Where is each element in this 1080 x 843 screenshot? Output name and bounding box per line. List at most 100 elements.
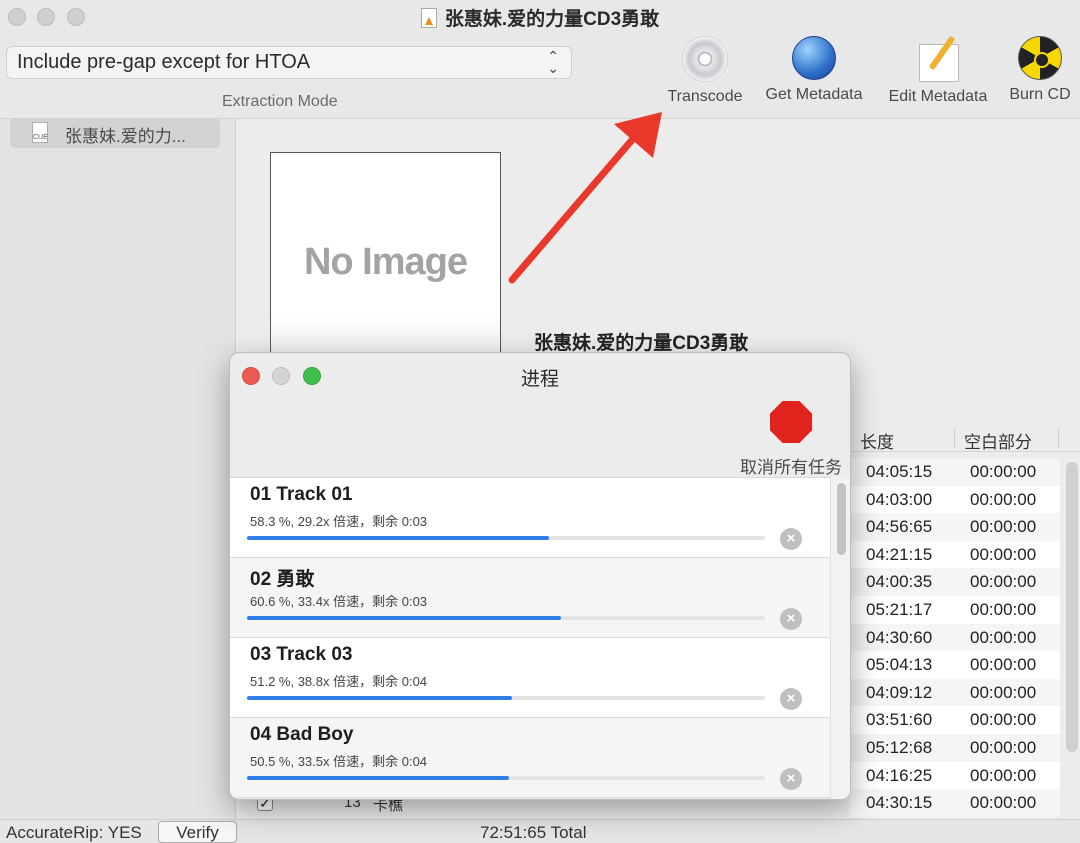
- job-item[interactable]: 02 勇敢 60.6 %, 33.4x 倍速，剩余 0:03 ×: [230, 558, 830, 638]
- track-gap: 00:00:00: [970, 793, 1037, 813]
- track-length: 04:05:15: [866, 462, 933, 481]
- table-scrollbar[interactable]: [1066, 462, 1078, 752]
- track-gap: 00:00:00: [970, 627, 1037, 647]
- window-title: 张惠妹.爱的力量CD3勇敢: [0, 4, 1080, 31]
- burn-cd-button[interactable]: Burn CD: [1004, 36, 1076, 104]
- job-list: 01 Track 01 58.3 %, 29.2x 倍速，剩余 0:03 × 02 勇…: [230, 477, 830, 799]
- job-status: 58.3 %, 29.2x 倍速，剩余 0:03: [250, 514, 428, 529]
- cancel-job-icon[interactable]: ×: [780, 768, 802, 790]
- job-list-scrollbar[interactable]: [830, 477, 850, 799]
- album-cover[interactable]: No Image: [270, 152, 501, 357]
- job-name: 04 Bad Boy: [250, 724, 354, 745]
- sidebar-item-album[interactable]: CUE 张惠妹.爱的力...: [10, 118, 220, 148]
- track-length: 03:51:60: [866, 710, 933, 730]
- job-name: 01 Track 01: [250, 484, 353, 505]
- extraction-mode-value: Include pre-gap except for HTOA: [17, 51, 311, 73]
- album-title: 张惠妹.爱的力量CD3勇敢: [534, 333, 749, 354]
- track-length: 05:12:68: [866, 738, 933, 757]
- status-bar: AccurateRip: YES Verify 72:51:65 Total: [0, 819, 1080, 843]
- job-progress-bar: [247, 536, 765, 540]
- table-row[interactable]: 03:51:60 00:00:00: [850, 706, 1060, 734]
- track-length: 05:21:17: [866, 600, 933, 619]
- cancel-all-label[interactable]: 取消所有任务: [740, 453, 842, 478]
- job-progress-fill: [247, 616, 561, 620]
- table-row[interactable]: 04:09:12 00:00:00: [850, 678, 1060, 707]
- sidebar-item-label: 张惠妹.爱的力...: [65, 127, 186, 146]
- window-title-text: 张惠妹.爱的力量CD3勇敢: [444, 9, 660, 30]
- track-length: 04:30:15: [866, 793, 933, 813]
- track-gap: 00:00:00: [970, 572, 1037, 592]
- globe-icon: [792, 36, 836, 80]
- table-row[interactable]: 04:56:65 00:00:00: [850, 513, 1060, 541]
- job-item[interactable]: 04 Bad Boy 50.5 %, 33.5x 倍速，剩余 0:04 ×: [230, 718, 830, 798]
- cancel-job-icon[interactable]: ×: [780, 688, 802, 710]
- track-table-header: 长度 空白部分: [850, 424, 1080, 452]
- track-length: 04:03:00: [866, 489, 933, 509]
- cd-disc-icon: [682, 36, 728, 82]
- job-progress-bar: [247, 696, 765, 700]
- job-status: 50.5 %, 33.5x 倍速，剩余 0:04: [250, 754, 428, 769]
- table-row[interactable]: 04:30:15 00:00:00: [850, 789, 1060, 817]
- extraction-mode-label: Extraction Mode: [222, 93, 338, 110]
- cancel-job-icon[interactable]: ×: [780, 528, 802, 550]
- pencil-paper-icon: [915, 35, 961, 82]
- scrollbar-thumb[interactable]: [837, 483, 846, 555]
- edit-metadata-button[interactable]: Edit Metadata: [880, 35, 996, 106]
- progress-dialog: 进程 取消所有任务 01 Track 01 58.3 %, 29.2x 倍速，剩余…: [229, 352, 851, 800]
- table-row[interactable]: 04:03:00 00:00:00: [850, 485, 1060, 514]
- job-item[interactable]: 03 Track 03 51.2 %, 38.8x 倍速，剩余 0:04 ×: [230, 638, 830, 718]
- track-gap: 00:00:00: [970, 710, 1037, 730]
- chevron-updown-icon: ⌃ ⌄: [547, 48, 559, 76]
- track-length: 04:00:35: [866, 572, 933, 592]
- table-row[interactable]: 04:05:15 00:00:00: [850, 458, 1060, 486]
- job-progress-fill: [247, 536, 549, 540]
- no-image-text: No Image: [303, 241, 468, 283]
- get-metadata-button[interactable]: Get Metadata: [758, 36, 870, 104]
- transcode-label: Transcode: [667, 88, 743, 105]
- column-divider: [1058, 428, 1059, 448]
- track-length: 04:16:25: [866, 765, 933, 785]
- track-gap: 00:00:00: [970, 600, 1037, 619]
- app-window: 张惠妹.爱的力量CD3勇敢 Include pre-gap except for…: [0, 0, 1080, 843]
- total-duration: 72:51:65 Total: [480, 823, 587, 842]
- table-row[interactable]: 04:30:60 00:00:00: [850, 623, 1060, 652]
- table-row[interactable]: 05:04:13 00:00:00: [850, 651, 1060, 679]
- table-row[interactable]: 04:00:35 00:00:00: [850, 568, 1060, 596]
- track-length: 04:09:12: [866, 682, 933, 702]
- cue-file-icon: CUE: [32, 122, 48, 143]
- track-length: 04:30:60: [866, 627, 933, 647]
- job-progress-fill: [247, 776, 509, 780]
- track-length: 05:04:13: [866, 655, 933, 675]
- radioactive-icon: [1018, 36, 1062, 80]
- document-icon: [420, 8, 437, 28]
- sidebar: [0, 119, 236, 819]
- column-header-gap[interactable]: 空白部分: [964, 428, 1032, 453]
- track-gap: 00:00:00: [970, 517, 1037, 537]
- job-name: 03 Track 03: [250, 644, 353, 665]
- track-gap: 00:00:00: [970, 544, 1037, 564]
- burn-cd-label: Burn CD: [1009, 86, 1071, 103]
- table-row[interactable]: 05:21:17 00:00:00: [850, 596, 1060, 624]
- verify-button[interactable]: Verify: [158, 821, 237, 843]
- get-metadata-label: Get Metadata: [765, 86, 863, 103]
- job-item[interactable]: 01 Track 01 58.3 %, 29.2x 倍速，剩余 0:03 ×: [230, 478, 830, 558]
- track-gap: 00:00:00: [970, 489, 1037, 509]
- track-gap: 00:00:00: [970, 738, 1037, 757]
- table-row[interactable]: 05:12:68 00:00:00: [850, 734, 1060, 762]
- extraction-mode-select[interactable]: Include pre-gap except for HTOA ⌃ ⌄: [6, 46, 572, 79]
- table-row[interactable]: 04:21:15 00:00:00: [850, 540, 1060, 569]
- transcode-button[interactable]: Transcode: [662, 36, 748, 106]
- table-row[interactable]: 04:16:25 00:00:00: [850, 761, 1060, 790]
- track-gap: 00:00:00: [970, 655, 1037, 675]
- job-progress-bar: [247, 616, 765, 620]
- track-gap: 00:00:00: [970, 462, 1037, 481]
- cancel-all-button[interactable]: [770, 401, 812, 443]
- track-gap: 00:00:00: [970, 682, 1037, 702]
- job-progress-fill: [247, 696, 513, 700]
- track-gap: 00:00:00: [970, 765, 1037, 785]
- column-header-length[interactable]: 长度: [860, 428, 894, 453]
- job-status: 51.2 %, 38.8x 倍速，剩余 0:04: [250, 674, 428, 689]
- accuraterip-status: AccurateRip: YES: [6, 823, 142, 842]
- cancel-job-icon[interactable]: ×: [780, 608, 802, 630]
- track-length: 04:21:15: [866, 544, 933, 564]
